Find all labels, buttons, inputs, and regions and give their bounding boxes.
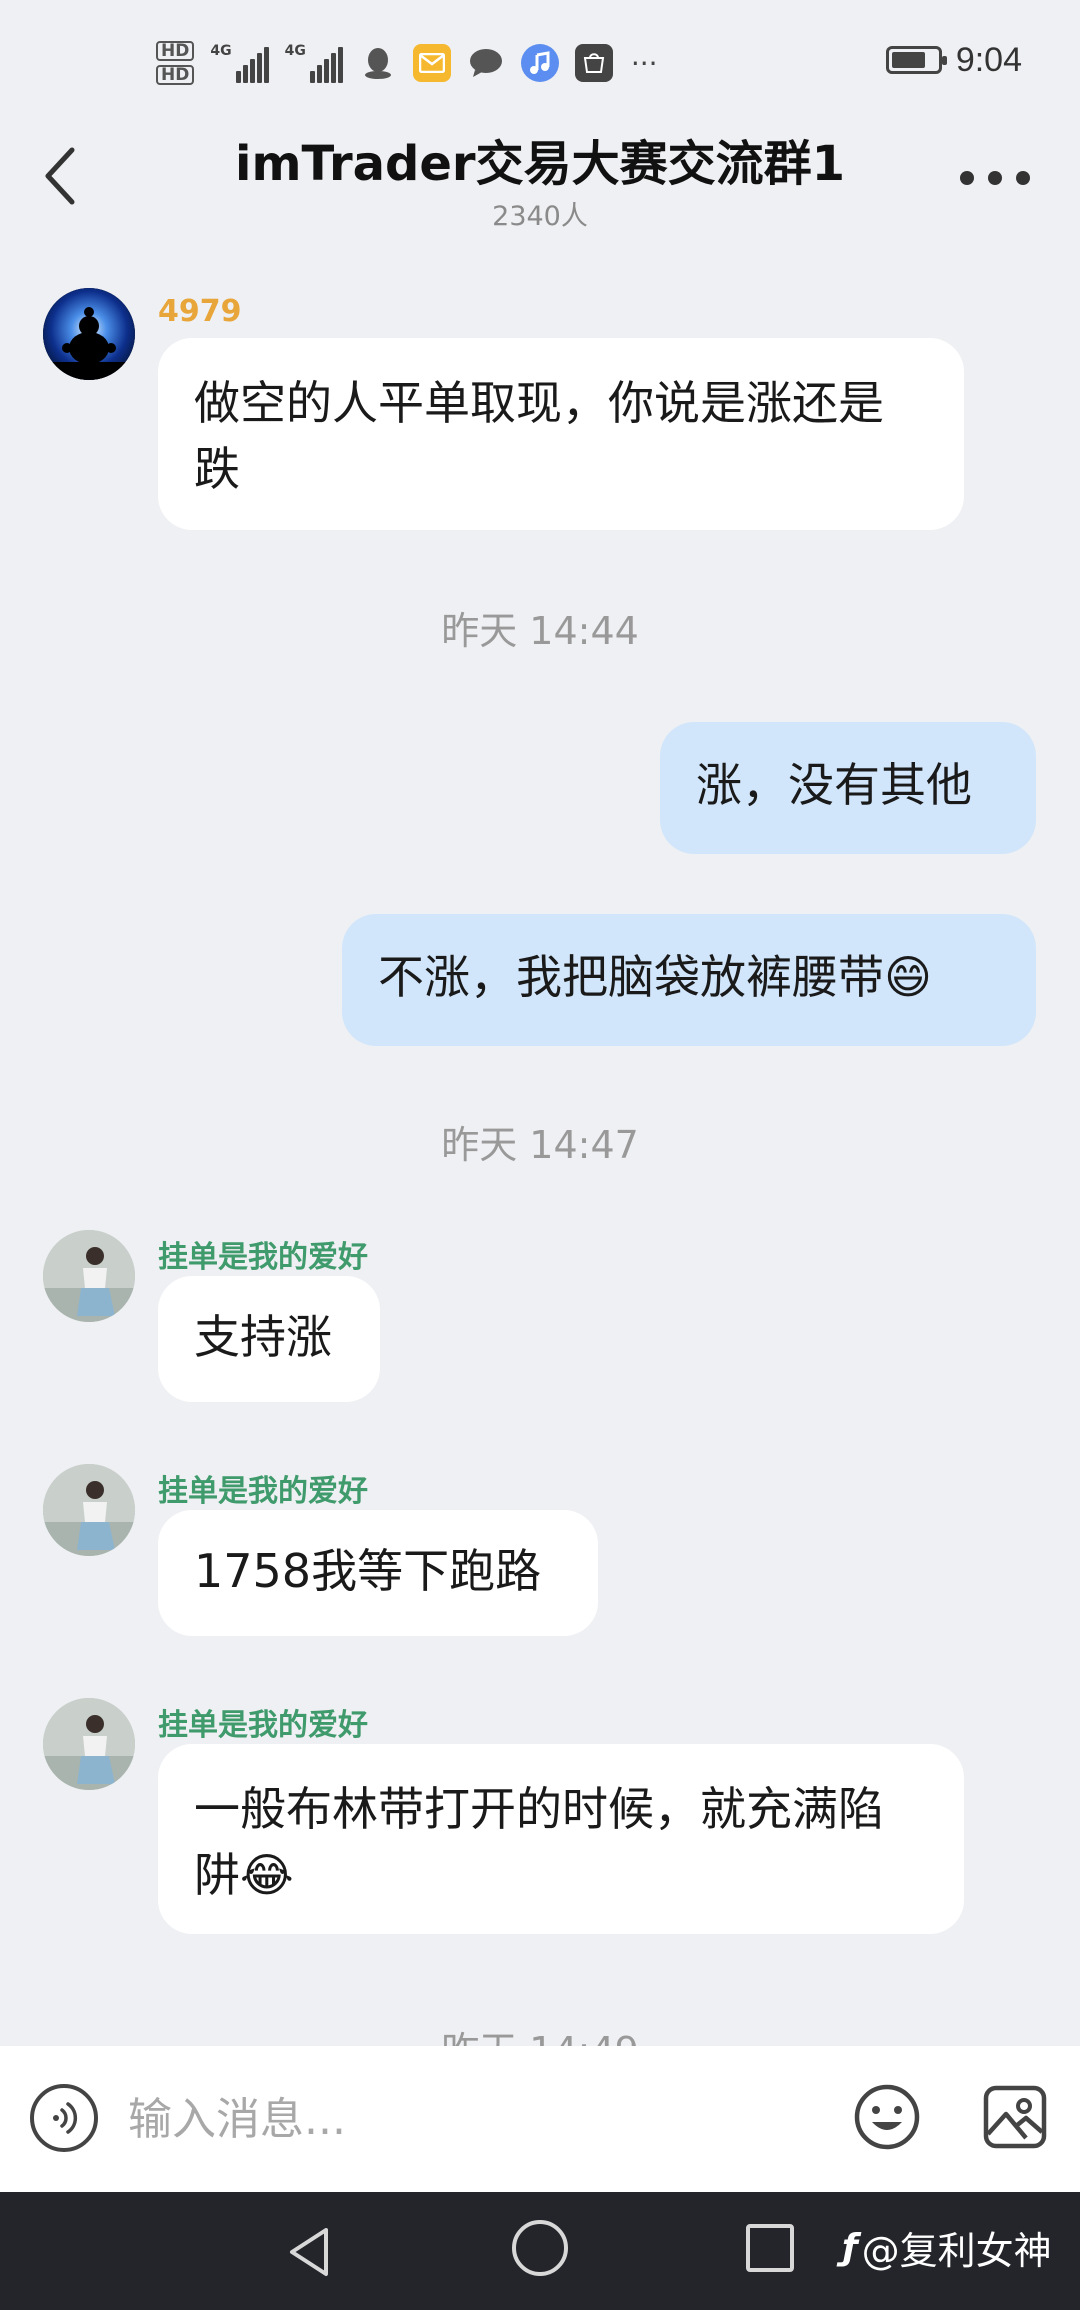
chat-screen: HD HD 4G 4G ··· 9:04 imTrader交易大赛交流群1 23… [0,0,1080,2310]
dot-icon [1016,171,1030,185]
avatar[interactable] [43,288,135,380]
message-bubble[interactable]: 1758我等下跑路 [158,1510,598,1636]
message-input[interactable] [128,2084,828,2154]
mail-icon [412,44,451,82]
message-bubble-outgoing[interactable]: 涨，没有其他 [660,722,1036,854]
watermark-logo-icon: ƒ [842,2227,858,2268]
sender-name: 4979 [158,294,242,329]
image-button[interactable] [980,2082,1050,2152]
avatar[interactable] [43,1464,135,1556]
more-notifications-icon: ··· [630,46,658,80]
message-bubble-outgoing[interactable]: 不涨，我把脑袋放裤腰带😄 [342,914,1036,1046]
avatar[interactable] [43,1698,135,1790]
watermark: ƒ @复利女神 [842,2220,1052,2275]
nav-back-button[interactable] [282,2222,342,2282]
group-title: imTrader交易大赛交流群1 [235,136,845,192]
music-icon [520,44,559,82]
member-count: 2340人 [492,201,588,232]
time-divider: 昨天 14:47 [441,1123,639,1167]
watermark-text: @复利女神 [861,2229,1052,2273]
voice-button[interactable] [30,2084,98,2152]
message-icon [467,44,505,82]
status-icons-left: HD HD 4G 4G ··· [156,28,658,98]
avatar[interactable] [43,1230,135,1322]
time-divider: 昨天 14:44 [441,609,639,653]
triangle-back-icon [290,2228,328,2276]
system-nav-bar: ƒ @复利女神 [0,2192,1080,2310]
nav-home-button[interactable] [512,2220,568,2276]
network-1-label: 4G [210,43,232,59]
image-icon [983,2085,1047,2149]
battery-icon [885,46,947,74]
voice-icon [53,2102,78,2134]
app-store-icon [574,44,613,82]
more-options-button[interactable] [960,158,1030,198]
qq-icon [359,44,397,82]
clock: 9:04 [955,40,1022,79]
network-2-label: 4G [284,43,306,59]
dot-icon [960,171,974,185]
emoji-icon [854,2084,920,2150]
dot-icon [988,171,1002,185]
message-bubble[interactable]: 做空的人平单取现，你说是涨还是跌 [158,338,964,530]
emoji-button[interactable] [852,2082,922,2152]
status-bar: HD HD 4G 4G ··· 9:04 [0,0,1080,120]
sender-name: 挂单是我的爱好 [158,1708,368,1743]
hd2-badge: HD [156,65,195,85]
hd-indicators: HD HD [156,41,195,85]
nav-recents-button[interactable] [746,2224,794,2272]
sender-name: 挂单是我的爱好 [158,1474,368,1509]
message-list[interactable]: 4979 做空的人平单取现，你说是涨还是跌 昨天 14:44 涨，没有其他 不涨… [0,240,1080,2073]
sender-name: 挂单是我的爱好 [158,1240,368,1275]
message-bubble[interactable]: 一般布林带打开的时候，就充满陷阱😂 [158,1744,964,1934]
signal-1-icon: 4G [210,43,269,83]
chat-header: imTrader交易大赛交流群1 2340人 [0,110,1080,240]
input-bar [0,2046,1080,2192]
status-icons-right: 9:04 [885,38,1022,82]
signal-2-icon: 4G [285,43,343,83]
hd1-badge: HD [156,41,195,61]
message-bubble[interactable]: 支持涨 [158,1276,380,1402]
